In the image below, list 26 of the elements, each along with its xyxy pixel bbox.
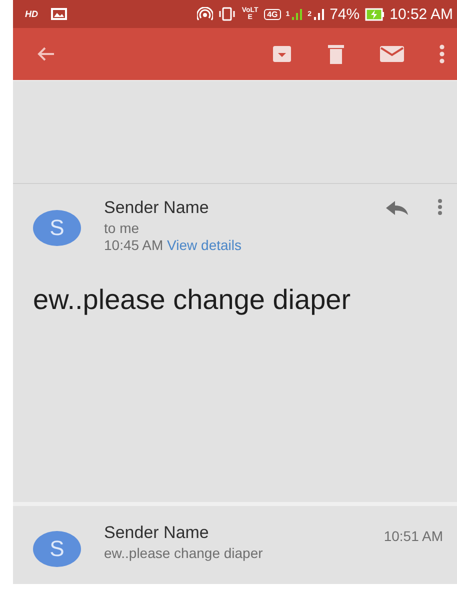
vibrate-icon (218, 7, 236, 21)
avatar: S (33, 210, 81, 246)
battery-percent: 74% (330, 6, 360, 22)
archive-icon[interactable] (271, 44, 293, 64)
sender-name: Sender Name (104, 523, 210, 543)
more-icon[interactable] (437, 198, 443, 216)
message-snippet: ew..please change diaper (104, 545, 264, 561)
sender-name: Sender Name (104, 198, 210, 218)
avatar: S (33, 531, 81, 567)
hd-indicator: HD (25, 9, 38, 19)
image-icon (51, 8, 67, 20)
message-row[interactable]: S Sender Name ew..please change diaper 10:51 AM (13, 506, 457, 584)
signal-icon (312, 7, 325, 21)
recipient: to me (104, 220, 140, 237)
message-time: 10:45 AM (104, 237, 164, 253)
message-body: ew..please change diaper (32, 283, 352, 316)
hotspot-icon (197, 7, 214, 21)
battery-charging-icon (364, 8, 385, 20)
network-indicator: 4G (264, 8, 281, 20)
reply-icon[interactable] (385, 200, 409, 216)
more-icon[interactable] (439, 44, 445, 64)
mail-icon[interactable] (379, 45, 405, 63)
message-time: 10:51 AM (384, 528, 443, 544)
clock: 10:52 AM (390, 6, 453, 22)
signal-icon (290, 7, 303, 21)
trash-icon[interactable] (327, 43, 345, 65)
